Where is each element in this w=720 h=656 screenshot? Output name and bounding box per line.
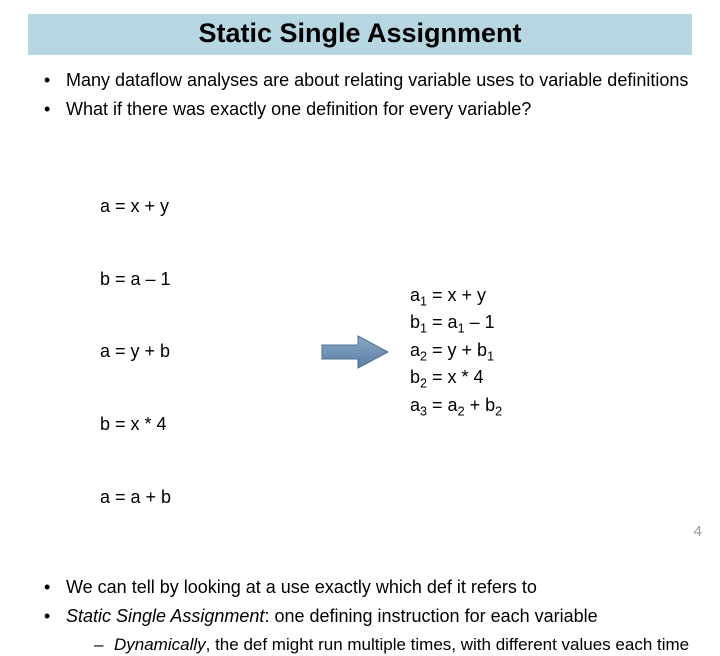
bullet-item: What if there was exactly one definition… [44,98,692,121]
code-line: a = x + y [100,194,300,218]
code-after: a1 = x + yb1 = a1 – 1a2 = y + b1b2 = x *… [410,283,630,421]
code-example-row: a = x + y b = a – 1 a = y + b b = x * 4 … [28,127,692,576]
slide-title: Static Single Assignment [28,18,692,49]
sub-bullet-list: Dynamically, the def might run multiple … [66,634,692,656]
bullet-item: We can tell by looking at a use exactly … [44,576,692,599]
code-line: a3 = a2 + b2 [410,393,630,421]
code-line: b1 = a1 – 1 [410,310,630,338]
top-bullet-list: Many dataflow analyses are about relatin… [28,69,692,121]
sub-bullet-text: , the def might run multiple times, with… [206,635,689,654]
code-line: a2 = y + b1 [410,338,630,366]
page-number: 4 [694,523,702,540]
code-line: a = a + b [100,485,300,509]
bullet-item: Static Single Assignment: one defining i… [44,605,692,656]
code-line: a1 = x + y [410,283,630,311]
code-line: b2 = x * 4 [410,365,630,393]
bottom-bullet-list: We can tell by looking at a use exactly … [28,576,692,656]
code-before: a = x + y b = a – 1 a = y + b b = x * 4 … [100,145,300,558]
code-line: a = y + b [100,339,300,363]
sub-bullet-item: Dynamically, the def might run multiple … [94,634,692,656]
bullet-item: Many dataflow analyses are about relatin… [44,69,692,92]
code-line: b = x * 4 [100,412,300,436]
transform-arrow-icon [320,333,390,371]
arrow-column [300,333,410,371]
title-bar: Static Single Assignment [28,14,692,55]
bullet-text: : one defining instruction for each vari… [264,606,597,626]
term-dynamically: Dynamically [114,635,206,654]
code-line: b = a – 1 [100,267,300,291]
term-ssa: Static Single Assignment [66,606,264,626]
slide-content: Many dataflow analyses are about relatin… [0,55,720,656]
